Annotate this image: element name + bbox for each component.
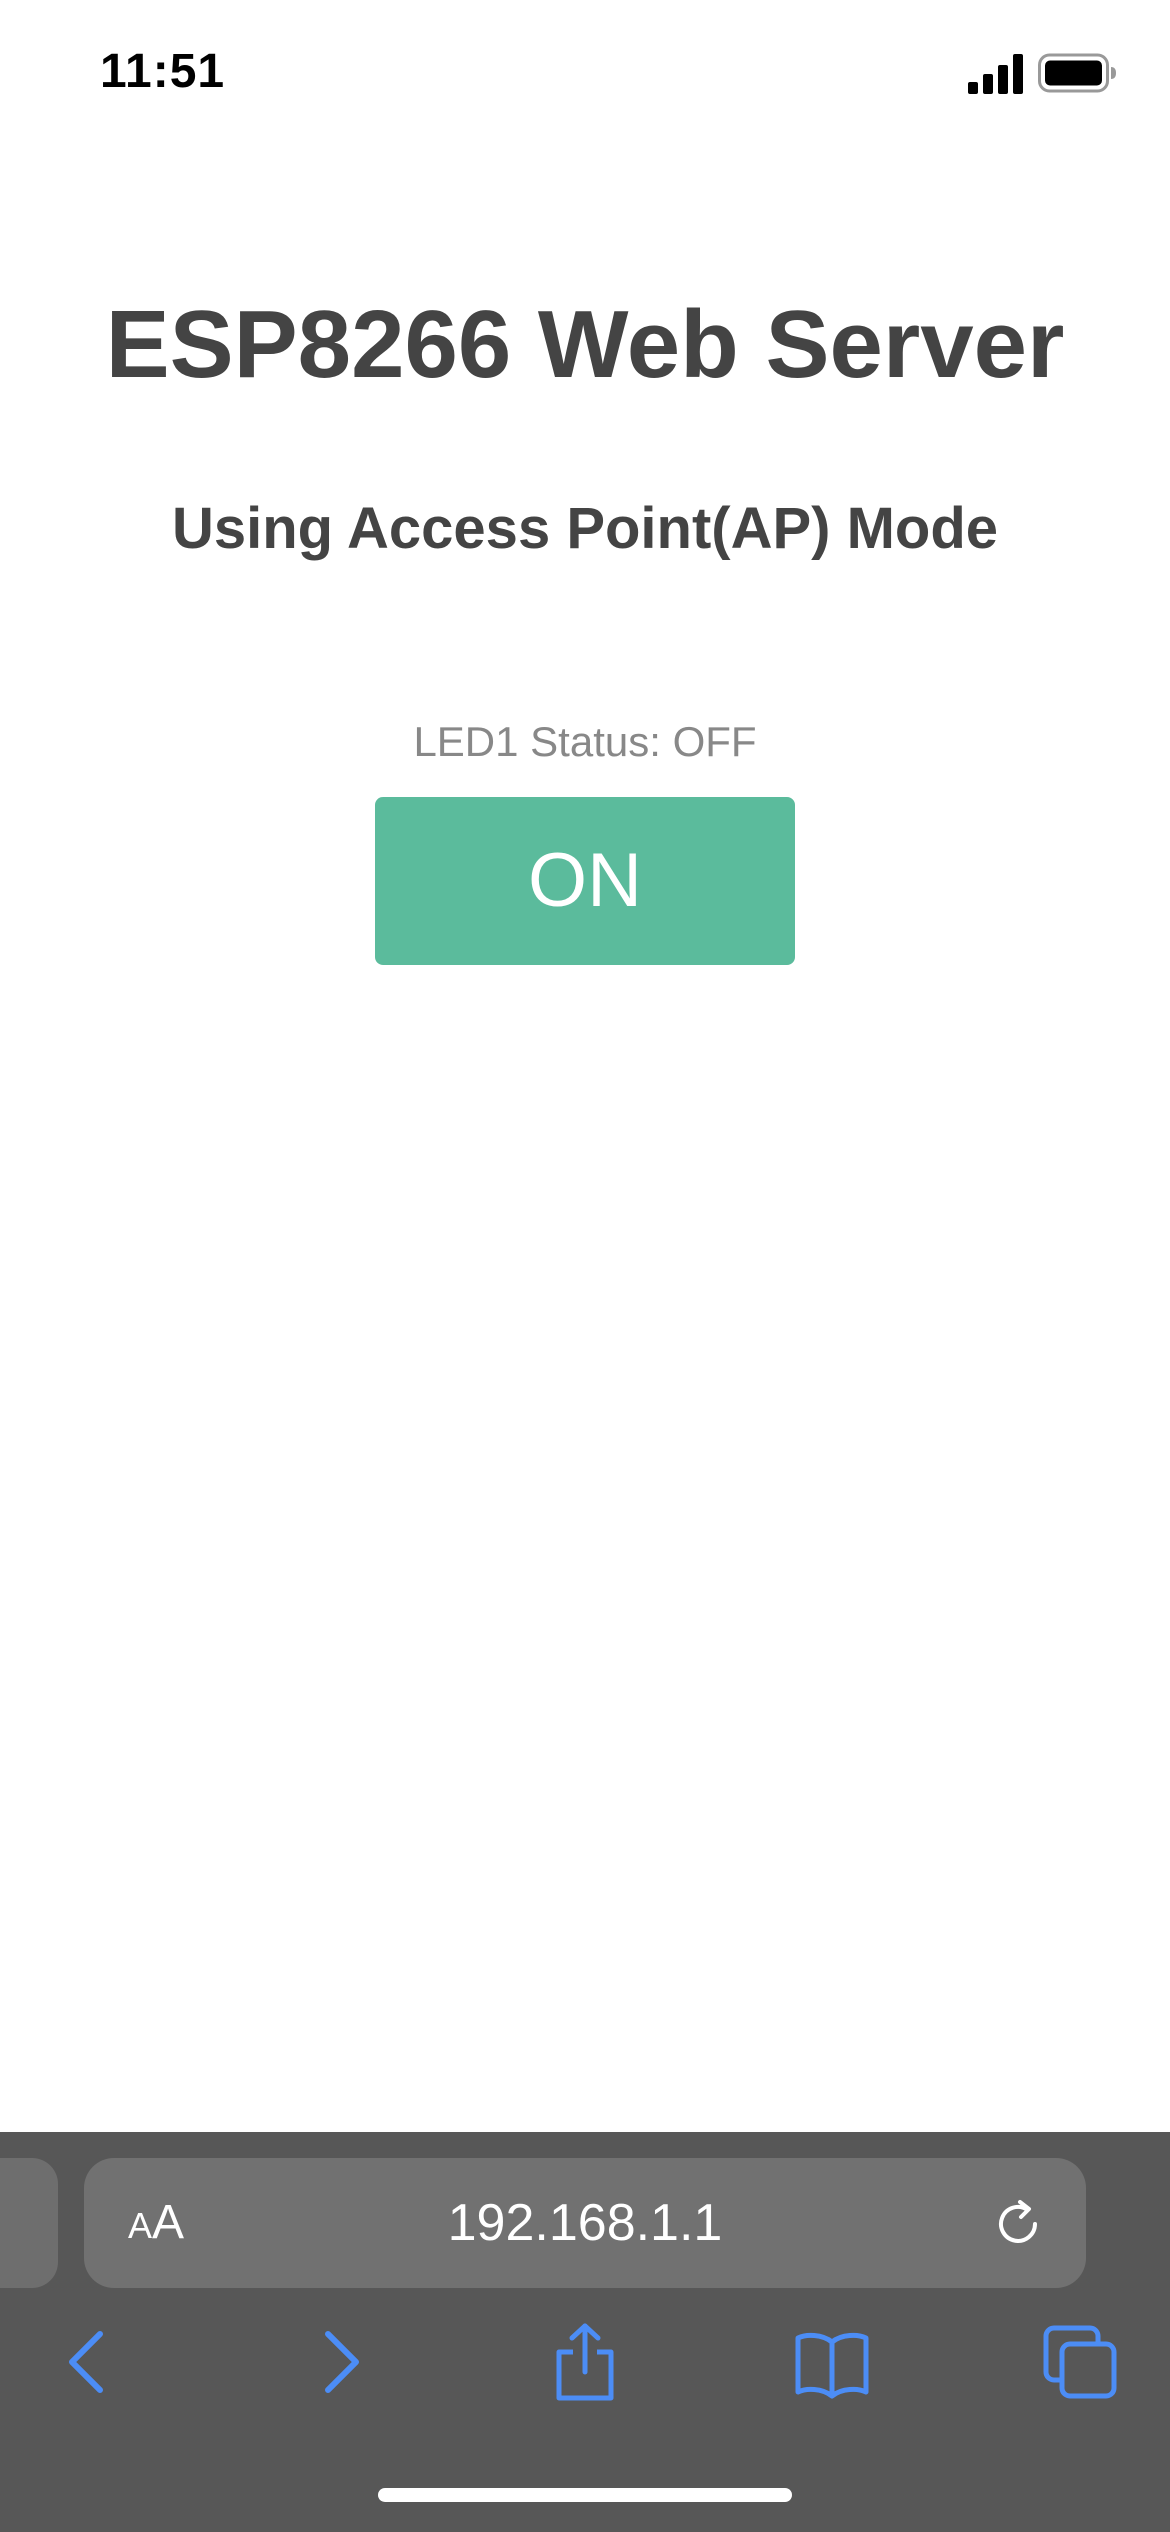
page-subtitle: Using Access Point(AP) Mode — [171, 496, 999, 561]
share-icon[interactable] — [545, 2322, 625, 2402]
url-text[interactable]: 192.168.1.1 — [84, 2158, 1086, 2288]
status-bar: 11:51 — [0, 0, 1170, 140]
battery-icon — [1038, 53, 1116, 93]
text-size-label-large: A — [152, 2196, 185, 2249]
led-on-button[interactable]: ON — [375, 797, 795, 965]
tabs-icon[interactable] — [1040, 2322, 1120, 2402]
text-size-label-small: A — [128, 2205, 153, 2246]
led-status-text: LED1 Status: OFF — [413, 718, 757, 765]
reload-icon[interactable] — [990, 2196, 1046, 2252]
page-title: ESP8266 Web Server — [105, 291, 1065, 398]
text-size-button[interactable]: AA — [128, 2158, 184, 2288]
forward-icon[interactable] — [300, 2322, 380, 2402]
status-time: 11:51 — [100, 45, 226, 98]
back-icon[interactable] — [48, 2322, 128, 2402]
previous-tab-preview[interactable] — [0, 2158, 58, 2288]
address-bar[interactable]: 192.168.1.1 AA — [84, 2158, 1086, 2288]
signal-icon — [968, 54, 1023, 94]
home-indicator[interactable] — [378, 2488, 792, 2502]
bookmarks-icon[interactable] — [792, 2322, 872, 2402]
